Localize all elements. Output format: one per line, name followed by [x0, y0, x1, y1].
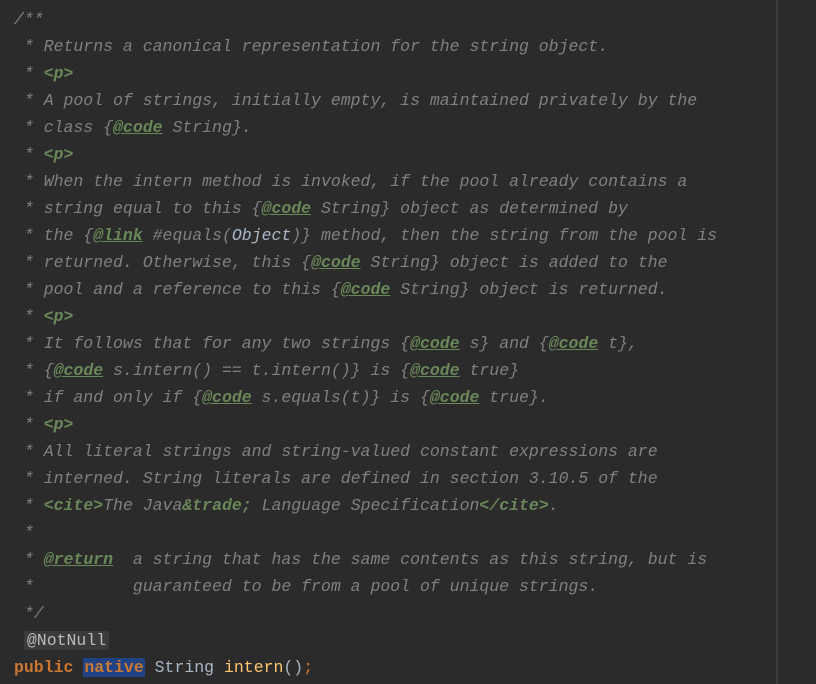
javadoc-line: * {@code s.intern() == t.intern()} is {@… — [14, 357, 816, 384]
javadoc-line: * string equal to this {@code String} ob… — [14, 195, 816, 222]
javadoc-line: */ — [14, 600, 816, 627]
javadoc-line: * <cite>The Java&trade; Language Specifi… — [14, 492, 816, 519]
type-reference: Object — [232, 226, 291, 245]
method-signature: public native String intern(); — [14, 654, 816, 681]
return-type: String — [155, 658, 214, 677]
p-tag: <p> — [44, 145, 74, 164]
javadoc-line: * interned. String literals are defined … — [14, 465, 816, 492]
trade-entity: &trade; — [182, 496, 251, 515]
code-editor[interactable]: /** * Returns a canonical representation… — [0, 0, 816, 681]
link-tag: @link — [93, 226, 143, 245]
code-tag: @code — [410, 361, 460, 380]
return-tag: @return — [44, 550, 113, 569]
p-tag: <p> — [44, 64, 74, 83]
annotation-line: @NotNull — [14, 627, 816, 654]
notnull-annotation: @NotNull — [24, 631, 109, 650]
javadoc-line: * if and only if {@code s.equals(t)} is … — [14, 384, 816, 411]
p-tag: <p> — [44, 415, 74, 434]
javadoc-line: * <p> — [14, 141, 816, 168]
code-tag: @code — [341, 280, 391, 299]
javadoc-line: * the {@link #equals(Object)} method, th… — [14, 222, 816, 249]
cite-open-tag: <cite> — [44, 496, 103, 515]
code-tag: @code — [262, 199, 312, 218]
javadoc-line: * returned. Otherwise, this {@code Strin… — [14, 249, 816, 276]
javadoc-line: * class {@code String}. — [14, 114, 816, 141]
code-tag: @code — [430, 388, 480, 407]
public-keyword: public — [14, 658, 73, 677]
javadoc-line: * It follows that for any two strings {@… — [14, 330, 816, 357]
parens: () — [283, 658, 303, 677]
javadoc-line: /** — [14, 6, 816, 33]
javadoc-line: * <p> — [14, 303, 816, 330]
javadoc-line: * — [14, 519, 816, 546]
javadoc-line: * @return a string that has the same con… — [14, 546, 816, 573]
native-keyword: native — [83, 658, 144, 677]
javadoc-line: * guaranteed to be from a pool of unique… — [14, 573, 816, 600]
javadoc-line: * A pool of strings, initially empty, is… — [14, 87, 816, 114]
method-name: intern — [224, 658, 283, 677]
javadoc-line: * All literal strings and string-valued … — [14, 438, 816, 465]
javadoc-line: * <p> — [14, 60, 816, 87]
code-tag: @code — [54, 361, 104, 380]
javadoc-line: * pool and a reference to this {@code St… — [14, 276, 816, 303]
semicolon: ; — [303, 658, 313, 677]
code-tag: @code — [311, 253, 361, 272]
javadoc-line: * <p> — [14, 411, 816, 438]
cite-close-tag: </cite> — [479, 496, 548, 515]
code-tag: @code — [549, 334, 599, 353]
code-tag: @code — [202, 388, 252, 407]
javadoc-line: * Returns a canonical representation for… — [14, 33, 816, 60]
code-tag: @code — [410, 334, 460, 353]
code-tag: @code — [113, 118, 163, 137]
javadoc-line: * When the intern method is invoked, if … — [14, 168, 816, 195]
editor-right-margin — [776, 0, 778, 684]
p-tag: <p> — [44, 307, 74, 326]
